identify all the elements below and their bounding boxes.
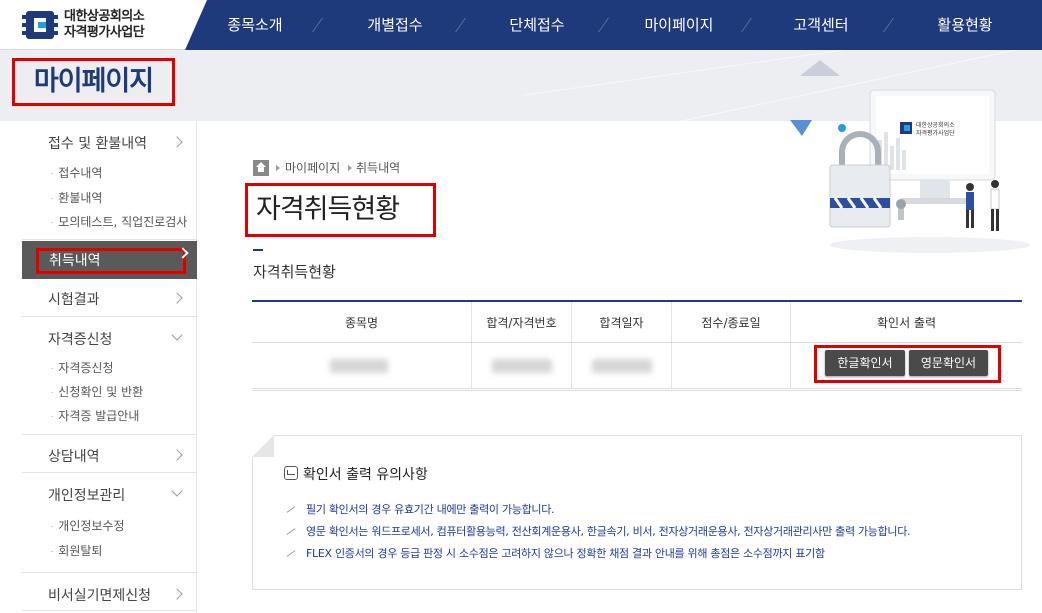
- chevron-down-icon: [171, 485, 183, 497]
- sidebar-item-personal-info[interactable]: 개인정보관리: [48, 485, 125, 505]
- table-cell-pass-number: [472, 344, 572, 389]
- table-header-pass-date: 합격일자: [572, 302, 672, 344]
- nav-item-customer-center[interactable]: 고객센터: [766, 0, 876, 50]
- sidebar-sub-refund-history[interactable]: 환불내역: [48, 189, 102, 206]
- sidebar-group-personal-info: 개인정보관리 개인정보수정 회원탈퇴: [22, 473, 197, 573]
- sidebar-item-certificate-request[interactable]: 자격증신청: [48, 329, 112, 349]
- logo-emblem-icon: [22, 11, 58, 39]
- illustration-monitor-line-1: 대한상공회의소: [916, 121, 955, 129]
- sidebar-sub-edit-personal-info[interactable]: 개인정보수정: [48, 517, 124, 534]
- logo[interactable]: 대한상공회의소 자격평가사업단: [0, 0, 207, 50]
- chevron-right-icon: [171, 136, 183, 148]
- sidebar-item-consultation[interactable]: 상담내역: [48, 446, 100, 466]
- sidebar-item-exam-results[interactable]: 시험결과: [48, 289, 100, 309]
- sidebar-group-consultation: 상담내역: [22, 435, 197, 473]
- illustration-monitor-line-2: 자격평가사업단: [916, 129, 955, 137]
- header-illustration: 대한상공회의소 자격평가사업단: [790, 89, 1030, 253]
- main-nav: 종목소개 개별접수 단체접수 마이페이지 고객센터 활용현황: [185, 0, 1042, 50]
- breadcrumb-item-mypage[interactable]: 마이페이지: [285, 160, 340, 176]
- notice-item: FLEX 인증서의 경우 등급 판정 시 소수점은 고려하지 않으나 정확한 채…: [306, 547, 825, 560]
- chevron-right-icon: [171, 292, 183, 304]
- sidebar-sub-issue-guide[interactable]: 자격증 발급안내: [48, 407, 139, 424]
- chevron-down-icon: [171, 329, 183, 341]
- checklist-icon: [284, 466, 298, 480]
- hero-triangle-decoration: [800, 60, 840, 76]
- sidebar-sub-request-check[interactable]: 신청확인 및 반환: [48, 383, 143, 400]
- chevron-right-icon: [171, 588, 183, 600]
- table-divider: [252, 342, 1022, 343]
- sidebar-item-acquisition-history[interactable]: 취득내역: [22, 241, 197, 279]
- sidebar-group-secretary-exemption: 비서실기면제신청: [22, 573, 197, 611]
- sidebar-sub-certificate-request[interactable]: 자격증신청: [48, 359, 113, 376]
- table-header-course: 종목명: [252, 302, 472, 344]
- nav-item-group-application[interactable]: 단체접수: [482, 0, 592, 50]
- nav-separator: [883, 18, 894, 32]
- notice-item: 영문 확인서는 워드프로세서, 컴퓨터활용능력, 전산회계운용사, 한글속기, …: [306, 525, 911, 538]
- bullet-mark: [286, 550, 296, 557]
- sidebar-item-application-refund[interactable]: 접수 및 환불내역: [48, 133, 147, 153]
- people-graphic: [966, 180, 1000, 231]
- notice-title: 확인서 출력 유의사항: [303, 467, 428, 483]
- nav-separator: [598, 18, 609, 32]
- table-cell-score: [672, 344, 791, 389]
- notice-item: 필기 확인서의 경우 유효기간 내에만 출력이 가능합니다.: [306, 503, 555, 516]
- table-cell-course: [252, 344, 472, 389]
- nav-separator: [455, 18, 466, 32]
- sidebar-group-certificate-request: 자격증신청 자격증신청 신청확인 및 반환 자격증 발급안내: [22, 317, 197, 435]
- bullet-mark: [286, 506, 296, 513]
- nav-item-course-intro[interactable]: 종목소개: [200, 0, 310, 50]
- korean-certificate-button[interactable]: 한글확인서: [825, 350, 905, 376]
- section-title-marker: [253, 249, 263, 251]
- logo-line-2: 자격평가사업단: [64, 25, 145, 40]
- hero-title: 마이페이지: [12, 58, 175, 106]
- redacted-value: [592, 359, 652, 373]
- logo-line-1: 대한상공회의소: [64, 9, 145, 24]
- sidebar-sub-application-history[interactable]: 접수내역: [48, 164, 102, 181]
- logo-text: 대한상공회의소 자격평가사업단: [64, 9, 145, 41]
- sidebar-sub-withdraw[interactable]: 회원탈퇴: [48, 542, 102, 559]
- sidebar: 접수 및 환불내역 접수내역 환불내역 모의테스트, 직업진로검사 취득내역 시…: [22, 121, 197, 613]
- english-certificate-button[interactable]: 영문확인서: [909, 350, 988, 376]
- nav-item-individual-application[interactable]: 개별접수: [340, 0, 450, 50]
- sidebar-item-acquisition-label: 취득내역: [36, 248, 186, 274]
- table-bottom-border: [252, 390, 1022, 391]
- section-title: 자격취득현황: [253, 263, 336, 281]
- breadcrumb-item-current: 취득내역: [356, 161, 401, 175]
- top-navigation-bar: 대한상공회의소 자격평가사업단 종목소개 개별접수 단체접수 마이페이지 고객센…: [0, 0, 1042, 50]
- page-title: 자격취득현황: [245, 183, 436, 237]
- table-cell-pass-date: [572, 344, 672, 389]
- sidebar-group-exam-results: 시험결과: [22, 279, 197, 317]
- notice-corner-fold: [252, 435, 274, 457]
- nav-separator: [312, 18, 323, 32]
- table-bottom-border: [252, 388, 1022, 389]
- bullet-mark: [286, 528, 296, 535]
- redacted-value: [330, 359, 388, 373]
- breadcrumb-separator: [276, 165, 280, 171]
- table-header-print: 확인서 출력: [876, 316, 936, 330]
- home-icon[interactable]: [253, 160, 269, 176]
- table-header-pass-number: 합격/자격번호: [472, 302, 572, 344]
- nav-item-usage-status[interactable]: 활용현황: [910, 0, 1020, 50]
- redacted-value: [492, 359, 552, 373]
- nav-item-mypage[interactable]: 마이페이지: [624, 0, 734, 50]
- sidebar-sub-mock-test[interactable]: 모의테스트, 직업진로검사: [48, 213, 187, 230]
- notice-box: 확인서 출력 유의사항 필기 확인서의 경우 유효기간 내에만 출력이 가능합니…: [252, 435, 1022, 590]
- breadcrumb-separator: [348, 165, 352, 171]
- nav-separator: [741, 18, 752, 32]
- table-header-score: 점수/종료일: [672, 302, 791, 344]
- sidebar-group-application-refund: 접수 및 환불내역 접수내역 환불내역 모의테스트, 직업진로검사: [22, 121, 197, 240]
- sidebar-item-secretary-exemption[interactable]: 비서실기면제신청: [48, 585, 151, 605]
- chevron-right-icon: [171, 449, 183, 461]
